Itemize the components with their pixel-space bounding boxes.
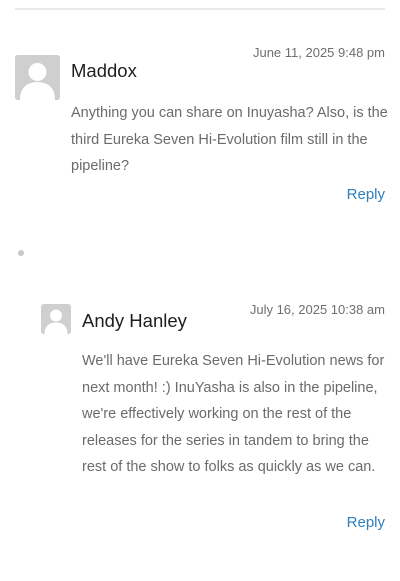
comment-date[interactable]: July 16, 2025 10:38 am: [250, 302, 385, 317]
comment-author: Andy Hanley: [82, 310, 187, 331]
default-user-avatar-icon: [41, 304, 71, 334]
reply-link[interactable]: Reply: [347, 514, 385, 531]
comment-text: We'll have Eureka Seven Hi-Evolution new…: [82, 353, 385, 475]
reply-link[interactable]: Reply: [347, 186, 385, 203]
comment-date[interactable]: June 11, 2025 9:48 pm: [253, 45, 385, 60]
comment-text: Anything you can share on Inuyasha? Also…: [71, 105, 388, 174]
avatar: [15, 55, 60, 100]
divider: [15, 8, 385, 10]
default-user-avatar-icon: [15, 55, 60, 100]
avatar: [41, 304, 71, 334]
comment-author: Maddox: [71, 60, 137, 81]
list-bullet-icon: [18, 250, 24, 256]
